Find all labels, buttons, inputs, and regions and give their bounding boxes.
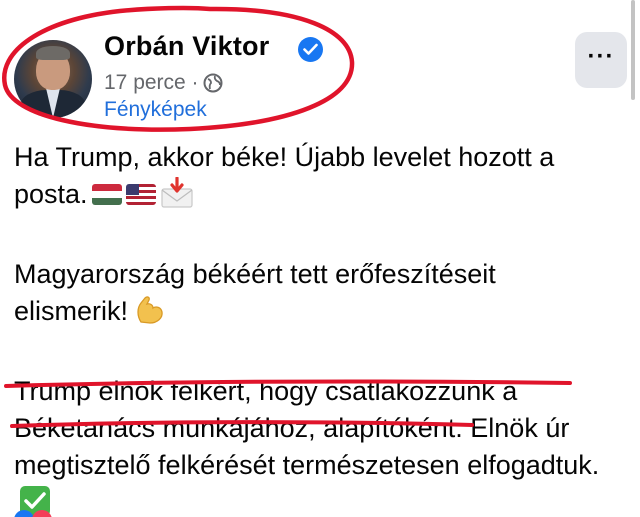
- post-header: Orbán Viktor 17 perce · Fényképek ···: [0, 0, 640, 132]
- post-paragraph-2: Magyarország békéért tett erőfeszítéseit…: [14, 256, 614, 336]
- post-timestamp[interactable]: 17 perce ·: [104, 71, 199, 95]
- post-paragraph-1: Ha Trump, akkor béke! Újabb levelet hozo…: [14, 139, 614, 219]
- usa-flag-icon: [125, 184, 156, 205]
- author-avatar[interactable]: [14, 40, 92, 118]
- flexed-biceps-icon: [134, 294, 166, 336]
- post-text: Ha Trump, akkor béke! Újabb levelet hozo…: [14, 139, 614, 517]
- post-paragraph-3: Trump elnök felkért, hogy csatlakozzunk …: [14, 373, 614, 517]
- more-options-button[interactable]: ···: [575, 32, 627, 88]
- author-name[interactable]: Orbán Viktor: [104, 31, 269, 62]
- hungary-flag-icon: [91, 184, 122, 205]
- incoming-envelope-icon: [160, 176, 194, 219]
- scrollbar[interactable]: [631, 0, 635, 100]
- like-reaction-icon: [14, 510, 34, 517]
- red-highlight-ellipse: [2, 5, 355, 132]
- verified-badge-icon: [298, 37, 323, 62]
- reaction-icons[interactable]: [14, 510, 53, 517]
- globe-icon: [203, 73, 223, 98]
- facebook-post: Orbán Viktor 17 perce · Fényképek ··· Ha…: [0, 0, 640, 517]
- photos-album-link[interactable]: Fényképek: [104, 98, 207, 122]
